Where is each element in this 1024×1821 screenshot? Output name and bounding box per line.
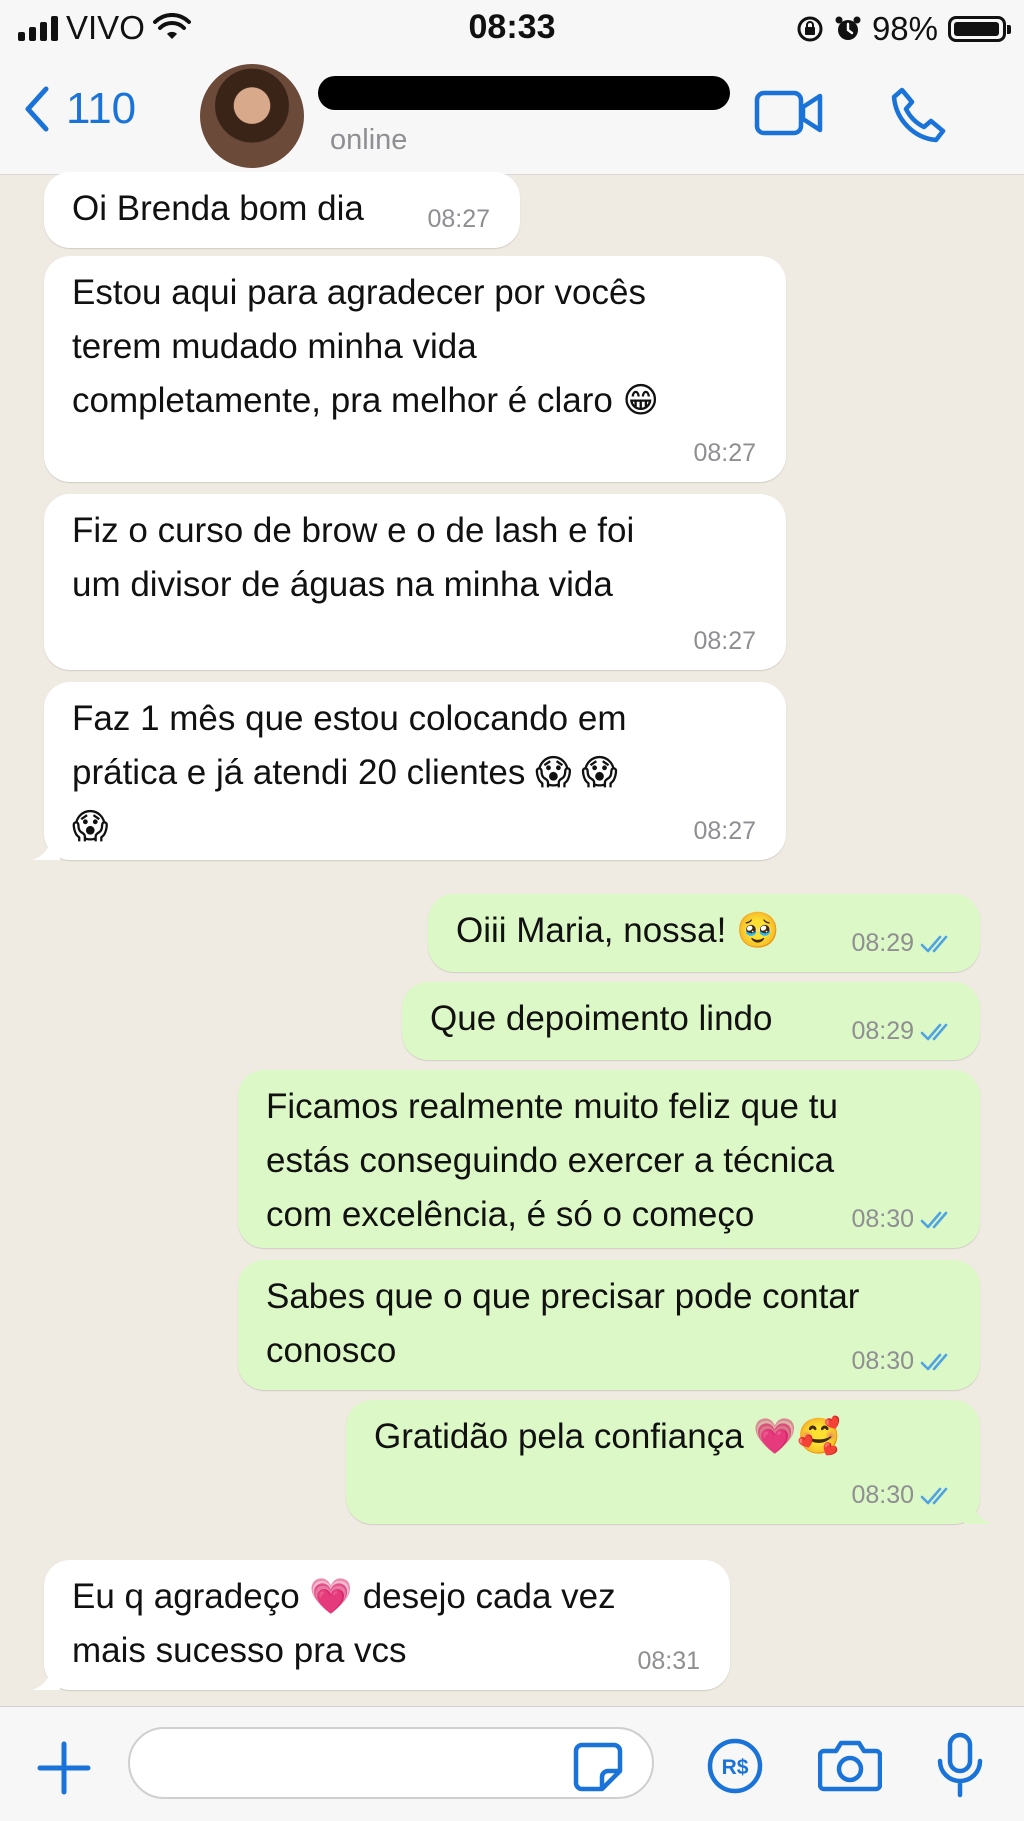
microphone-icon[interactable] <box>934 1731 986 1799</box>
sticker-icon[interactable] <box>572 1741 624 1793</box>
message-text: Que depoimento lindo <box>430 999 773 1038</box>
message-text: Gratidão pela confiança 💗🥰 <box>374 1417 841 1456</box>
message-timestamp: 08:27 <box>693 439 756 467</box>
status-right: 98% <box>796 10 1011 48</box>
battery-level <box>954 22 1000 36</box>
incoming-message[interactable]: Faz 1 mês que estou colocando em prática… <box>32 682 786 860</box>
message-text: Oi Brenda bom dia <box>72 189 364 228</box>
read-receipt-icon <box>920 1212 948 1229</box>
incoming-message[interactable]: Eu q agradeço 💗 desejo cada vez mais suc… <box>32 1560 730 1690</box>
read-receipt-icon <box>920 1354 948 1371</box>
contact-status: online <box>330 124 408 156</box>
unread-count: 110 <box>66 84 137 133</box>
payment-icon[interactable]: R$ <box>706 1737 764 1795</box>
message-text: Ficamos realmente muito feliz que tu est… <box>266 1087 838 1234</box>
bubble-tail <box>32 834 60 860</box>
input-bar: R$ <box>0 1706 1024 1821</box>
message-timestamp: 08:29 <box>851 1017 954 1046</box>
message-text: Fiz o curso de brow e o de lash e foi um… <box>72 511 635 604</box>
phone-call-icon[interactable] <box>890 86 948 144</box>
battery-icon <box>948 16 1011 42</box>
battery-percent: 98% <box>871 10 938 47</box>
status-bar: VIVO 08:33 98% <box>0 0 1024 56</box>
message-text: Sabes que o que precisar pode contar con… <box>266 1277 860 1370</box>
outgoing-message[interactable]: Sabes que o que precisar pode contar con… <box>238 1260 980 1390</box>
read-receipt-icon <box>920 1488 948 1505</box>
bubble-tail <box>964 1498 992 1524</box>
outgoing-message[interactable]: Gratidão pela confiança 💗🥰 08:30 <box>346 1400 992 1524</box>
message-timestamp: 08:29 <box>851 929 954 958</box>
plus-icon[interactable] <box>36 1740 92 1796</box>
message-text: Estou aqui para agradecer por vocês tere… <box>72 273 660 420</box>
message-timestamp: 08:27 <box>427 205 490 233</box>
message-timestamp: 08:31 <box>637 1647 700 1675</box>
bubble-tail <box>32 1664 60 1690</box>
camera-icon[interactable] <box>818 1737 882 1793</box>
message-timestamp: 08:30 <box>851 1347 954 1376</box>
message-timestamp: 08:30 <box>851 1481 954 1510</box>
message-text: Faz 1 mês que estou colocando em prática… <box>72 699 627 846</box>
message-timestamp: 08:27 <box>693 627 756 655</box>
alarm-icon <box>835 16 861 40</box>
rotation-lock-icon <box>797 16 823 42</box>
contact-avatar[interactable] <box>200 64 304 168</box>
read-receipt-icon <box>920 1024 948 1041</box>
chevron-left-icon <box>25 86 49 132</box>
message-text: Eu q agradeço 💗 desejo cada vez mais suc… <box>72 1577 616 1670</box>
outgoing-message[interactable]: Que depoimento lindo 08:29 <box>402 982 980 1060</box>
message-timestamp: 08:30 <box>851 1205 954 1234</box>
incoming-message[interactable]: Estou aqui para agradecer por vocês tere… <box>44 256 786 482</box>
outgoing-message[interactable]: Ficamos realmente muito feliz que tu est… <box>238 1070 980 1248</box>
message-timestamp: 08:27 <box>693 817 756 845</box>
read-receipt-icon <box>920 936 948 953</box>
contact-name-redacted[interactable] <box>318 76 730 110</box>
chat-header: 110 online <box>0 56 1024 175</box>
incoming-message[interactable]: Oi Brenda bom dia 08:27 <box>44 172 520 248</box>
message-text: Oiii Maria, nossa! 🥹 <box>456 911 780 950</box>
video-call-icon[interactable] <box>754 90 824 136</box>
back-button[interactable]: 110 <box>22 84 136 134</box>
outgoing-message[interactable]: Oiii Maria, nossa! 🥹 08:29 <box>428 894 980 972</box>
incoming-message[interactable]: Fiz o curso de brow e o de lash e foi um… <box>44 494 786 670</box>
svg-text:R$: R$ <box>722 1756 749 1779</box>
